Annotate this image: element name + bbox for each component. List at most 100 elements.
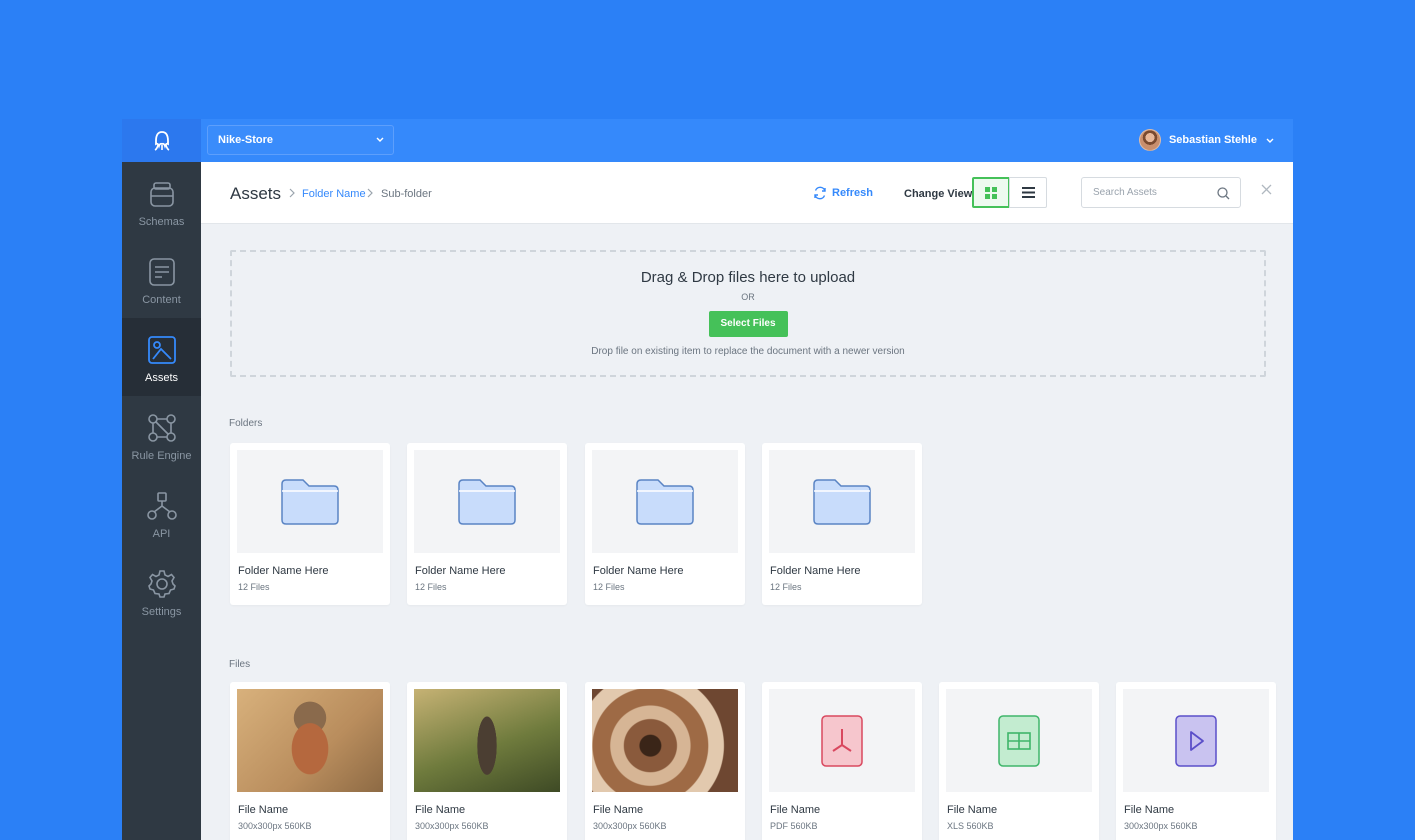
sidebar-item-label: Assets (144, 372, 178, 384)
folder-name: Folder Name Here (770, 565, 861, 577)
file-card[interactable]: File Name 300x300px 560KB (230, 682, 390, 840)
folder-thumbnail (769, 450, 915, 553)
sidebar-item-schemas[interactable]: Schemas (122, 162, 201, 240)
file-name: File Name (593, 804, 644, 816)
search-input[interactable]: Search Assets (1081, 177, 1241, 208)
folder-icon (813, 478, 871, 525)
sidebar-item-label: API (152, 528, 171, 540)
file-meta: XLS 560KB (947, 821, 994, 831)
search-icon (1217, 187, 1230, 200)
folder-card[interactable]: Folder Name Here 12 Files (585, 443, 745, 605)
search-placeholder: Search Assets (1093, 187, 1157, 198)
close-icon[interactable] (1261, 184, 1272, 195)
grid-view-button[interactable] (972, 177, 1010, 208)
file-meta: 300x300px 560KB (593, 821, 667, 831)
chevron-right-icon (289, 188, 295, 198)
list-icon (1021, 187, 1035, 198)
chevron-down-icon (376, 137, 384, 142)
folder-name: Folder Name Here (238, 565, 329, 577)
rule-engine-icon (147, 412, 177, 444)
file-name: File Name (947, 804, 998, 816)
file-card[interactable]: File Name 300x300px 560KB (407, 682, 567, 840)
files-section-label: Files (229, 659, 251, 670)
file-card[interactable]: File Name XLS 560KB (939, 682, 1099, 840)
pdf-icon (821, 714, 863, 767)
gear-icon (147, 568, 177, 600)
sidebar-item-api[interactable]: API (122, 474, 201, 552)
folder-file-count: 12 Files (238, 582, 270, 592)
file-meta: 300x300px 560KB (238, 821, 312, 831)
page-title: Assets (230, 184, 282, 203)
refresh-icon (814, 186, 826, 200)
squid-logo-icon (154, 130, 169, 151)
user-name: Sebastian Stehle (1168, 134, 1257, 146)
folder-file-count: 12 Files (770, 582, 802, 592)
sidebar-item-rule-engine[interactable]: Rule Engine (122, 396, 201, 474)
change-view-label: Change View (904, 188, 973, 200)
folder-thumbnail (592, 450, 738, 553)
sidebar-item-label: Content (142, 294, 181, 306)
bird-photo-thumbnail (414, 689, 560, 792)
app-window: Nike-Store Sebastian Stehle Schemas Cont… (122, 119, 1293, 840)
sidebar-item-assets[interactable]: Assets (122, 318, 201, 396)
folder-card[interactable]: Folder Name Here 12 Files (407, 443, 567, 605)
file-thumbnail (1123, 689, 1269, 792)
file-name: File Name (1124, 804, 1175, 816)
folders-section-label: Folders (229, 418, 263, 429)
api-icon (146, 490, 177, 522)
sidebar-item-label: Schemas (138, 216, 185, 228)
folder-icon (636, 478, 694, 525)
breadcrumb-subfolder[interactable]: Sub-folder (381, 188, 432, 200)
video-icon (1175, 714, 1217, 767)
grid-icon (985, 186, 997, 199)
sidebar-item-settings[interactable]: Settings (122, 552, 201, 630)
app-selector-label: Nike-Store (218, 134, 274, 146)
folder-card[interactable]: Folder Name Here 12 Files (230, 443, 390, 605)
staircase-photo-thumbnail (592, 689, 738, 792)
list-view-button[interactable] (1009, 177, 1047, 208)
file-name: File Name (415, 804, 466, 816)
file-card[interactable]: File Name 300x300px 560KB (585, 682, 745, 840)
file-meta: 300x300px 560KB (1124, 821, 1198, 831)
folder-icon (458, 478, 516, 525)
logo[interactable] (122, 119, 201, 162)
sidebar: Schemas Content Assets Rule Engine API S… (122, 162, 201, 840)
folder-file-count: 12 Files (593, 582, 625, 592)
dropzone-or: OR (741, 292, 755, 302)
chevron-down-icon (1266, 138, 1274, 143)
file-thumbnail (946, 689, 1092, 792)
content-icon (148, 256, 176, 288)
file-card[interactable]: File Name 300x300px 560KB (1116, 682, 1276, 840)
file-meta: 300x300px 560KB (415, 821, 489, 831)
owl-photo-thumbnail (237, 689, 383, 792)
folder-card[interactable]: Folder Name Here 12 Files (762, 443, 922, 605)
sidebar-item-content[interactable]: Content (122, 240, 201, 318)
file-card[interactable]: File Name PDF 560KB (762, 682, 922, 840)
page-header: Assets Folder Name Sub-folder Refresh Ch… (201, 162, 1293, 224)
chevron-right-icon (367, 188, 373, 198)
file-name: File Name (238, 804, 289, 816)
folder-thumbnail (414, 450, 560, 553)
file-thumbnail (769, 689, 915, 792)
sidebar-item-label: Settings (141, 606, 182, 618)
folder-name: Folder Name Here (415, 565, 506, 577)
xls-icon (998, 714, 1040, 767)
file-name: File Name (770, 804, 821, 816)
refresh-button[interactable]: Refresh (813, 186, 873, 200)
folder-icon (281, 478, 339, 525)
upload-dropzone[interactable]: Drag & Drop files here to upload OR Sele… (230, 250, 1266, 377)
user-menu[interactable]: Sebastian Stehle (1138, 129, 1275, 151)
folder-file-count: 12 Files (415, 582, 447, 592)
schemas-icon (148, 178, 176, 210)
select-files-button[interactable]: Select Files (708, 311, 788, 337)
refresh-label: Refresh (832, 187, 873, 199)
assets-icon (147, 334, 176, 366)
folder-name: Folder Name Here (593, 565, 684, 577)
file-meta: PDF 560KB (770, 821, 818, 831)
dropzone-note: Drop file on existing item to replace th… (591, 346, 905, 357)
folder-thumbnail (237, 450, 383, 553)
sidebar-item-label: Rule Engine (131, 450, 192, 462)
breadcrumb-folder[interactable]: Folder Name (302, 188, 366, 200)
app-selector-dropdown[interactable]: Nike-Store (207, 125, 394, 155)
avatar (1138, 129, 1161, 151)
